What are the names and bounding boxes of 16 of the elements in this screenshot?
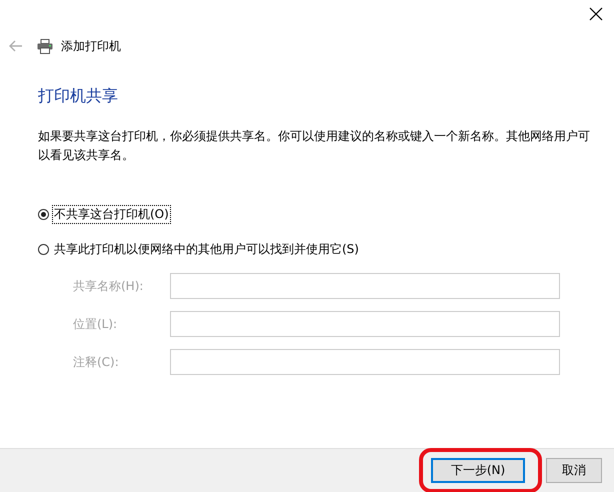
close-button[interactable] — [588, 6, 604, 22]
cancel-button[interactable]: 取消 — [546, 458, 602, 483]
next-button[interactable]: 下一步(N) — [431, 458, 525, 483]
field-label: 位置(L): — [72, 316, 118, 332]
back-arrow-icon[interactable] — [9, 40, 23, 52]
radio-label[interactable]: 共享此打印机以便网络中的其他用户可以找到并使用它(S) — [52, 240, 361, 259]
field-label: 共享名称(H): — [72, 278, 144, 294]
radio-label[interactable]: 不共享这台打印机(O) — [52, 205, 171, 224]
description-text: 如果要共享这台打印机，你必须提供共享名。你可以使用建议的名称或键入一个新名称。其他网络用户可以看见该共享名。 — [38, 128, 590, 164]
close-icon — [588, 6, 604, 22]
window-title: 添加打印机 — [61, 38, 121, 54]
radio-button[interactable] — [38, 209, 49, 220]
page-heading: 打印机共享 — [38, 86, 119, 107]
field-label: 注释(C): — [72, 354, 120, 370]
radio-button[interactable] — [38, 244, 49, 255]
printer-icon — [37, 38, 53, 54]
